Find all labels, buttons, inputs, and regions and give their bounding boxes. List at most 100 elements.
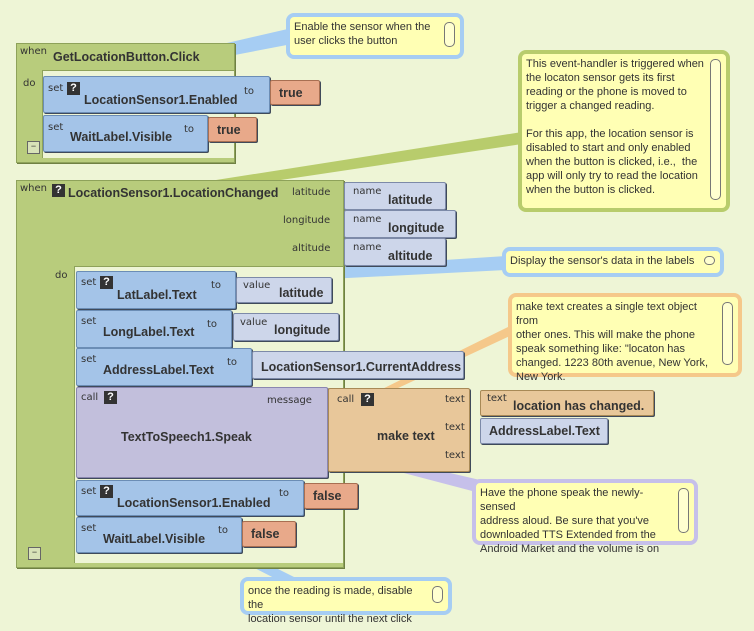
address-label-text-getter[interactable]: AddressLabel.Text — [480, 418, 608, 444]
setter-name: LocationSensor1.Enabled — [84, 93, 238, 107]
comment-text: Enable the sensor when the user clicks t… — [294, 21, 431, 47]
set-keyword: set — [48, 83, 64, 94]
question-icon[interactable]: ? — [52, 184, 65, 197]
set-long-label-text[interactable]: set LongLabel.Text to — [76, 310, 232, 348]
setter-name: AddressLabel.Text — [103, 363, 214, 377]
question-icon[interactable]: ? — [104, 391, 117, 404]
getter-name: AddressLabel.Text — [489, 424, 600, 438]
param-name: altitude — [388, 249, 433, 263]
setter-name: LocationSensor1.Enabled — [117, 496, 271, 510]
comment-scrollbar[interactable] — [704, 256, 715, 265]
set-lat-label-text[interactable]: set ? LatLabel.Text to — [76, 271, 236, 309]
question-icon[interactable]: ? — [67, 82, 80, 95]
collapse-button[interactable]: − — [27, 141, 40, 154]
param-latitude[interactable]: name latitude — [344, 182, 446, 210]
set-location-sensor-enabled[interactable]: set ? LocationSensor1.Enabled to — [43, 76, 270, 113]
collapse-button[interactable]: − — [28, 547, 41, 560]
false-block[interactable]: false — [304, 483, 358, 509]
value-latitude[interactable]: value latitude — [236, 277, 332, 303]
text-keyword: text — [487, 393, 507, 404]
do-label: do — [23, 78, 36, 89]
set-keyword: set — [81, 523, 97, 534]
boolean-value: true — [217, 123, 241, 137]
comment-text: Have the phone speak the newly-sensed ad… — [480, 487, 660, 555]
when-label: when — [20, 46, 48, 57]
to-label: to — [244, 86, 255, 97]
param-label-longitude: longitude — [283, 215, 331, 226]
boolean-value: true — [279, 86, 303, 100]
question-icon[interactable]: ? — [100, 276, 113, 289]
make-text-block[interactable]: call ? make text text text text — [328, 388, 470, 472]
true-block[interactable]: true — [270, 80, 320, 105]
comment-display-data[interactable]: Display the sensor's data in the labels — [502, 247, 724, 277]
when-label: when — [20, 183, 48, 194]
text-slot-label: text — [445, 450, 465, 461]
comment-text: make text creates a single text object f… — [516, 301, 709, 383]
set-wait-label-visible-false[interactable]: set WaitLabel.Visible to — [76, 517, 242, 553]
false-block[interactable]: false — [242, 521, 296, 547]
set-keyword: set — [81, 277, 97, 288]
text-slot-label: text — [445, 394, 465, 405]
to-label: to — [218, 525, 229, 536]
to-label: to — [227, 357, 238, 368]
value-keyword: value — [240, 317, 268, 328]
value-name: latitude — [279, 286, 324, 300]
to-label: to — [211, 280, 222, 291]
boolean-value: false — [251, 527, 280, 541]
setter-name: WaitLabel.Visible — [103, 532, 206, 546]
param-label-altitude: altitude — [292, 243, 331, 254]
name-keyword: name — [353, 214, 382, 225]
call-text-to-speech-speak[interactable]: call ? TextToSpeech1.Speak message — [76, 387, 328, 478]
true-block[interactable]: true — [208, 117, 257, 142]
name-keyword: name — [353, 186, 382, 197]
to-label: to — [207, 319, 218, 330]
comment-text: Display the sensor's data in the labels — [510, 255, 695, 267]
set-wait-label-visible[interactable]: set WaitLabel.Visible to — [43, 115, 208, 152]
param-label-latitude: latitude — [292, 187, 331, 198]
message-label: message — [267, 395, 312, 406]
value-keyword: value — [243, 280, 271, 291]
value-name: longitude — [274, 323, 331, 337]
set-keyword: set — [81, 486, 97, 497]
comment-text: once the reading is made, disable the lo… — [248, 585, 413, 625]
comment-scrollbar[interactable] — [444, 22, 455, 47]
event-title: LocationSensor1.LocationChanged — [68, 186, 279, 200]
comment-disable-sensor[interactable]: once the reading is made, disable the lo… — [240, 577, 452, 625]
to-label: to — [279, 488, 290, 499]
text-literal-block[interactable]: text location has changed. — [480, 390, 654, 416]
method-name: TextToSpeech1.Speak — [121, 430, 252, 444]
set-address-label-text[interactable]: set AddressLabel.Text to — [76, 348, 252, 386]
comment-make-text[interactable]: make text creates a single text object f… — [508, 293, 742, 383]
set-location-sensor-enabled-false[interactable]: set ? LocationSensor1.Enabled to — [76, 480, 304, 516]
question-icon[interactable]: ? — [361, 393, 374, 406]
comment-text: This event-handler is triggered when the… — [526, 58, 704, 196]
comment-enable-sensor[interactable]: Enable the sensor when the user clicks t… — [286, 13, 464, 59]
param-name: longitude — [388, 221, 445, 235]
comment-scrollbar[interactable] — [710, 59, 721, 200]
param-name: latitude — [388, 193, 433, 207]
text-literal-value: location has changed. — [513, 399, 645, 413]
comment-speak[interactable]: Have the phone speak the newly-sensed ad… — [472, 479, 698, 555]
do-label: do — [55, 270, 68, 281]
value-longitude[interactable]: value longitude — [233, 313, 339, 341]
make-text-label: make text — [377, 429, 435, 443]
comment-scrollbar[interactable] — [432, 586, 443, 603]
comment-event-handler[interactable]: This event-handler is triggered when the… — [518, 50, 730, 212]
name-keyword: name — [353, 242, 382, 253]
text-slot-label: text — [445, 422, 465, 433]
boolean-value: false — [313, 489, 342, 503]
comment-scrollbar[interactable] — [678, 488, 689, 533]
param-longitude[interactable]: name longitude — [344, 210, 456, 238]
question-icon[interactable]: ? — [100, 485, 113, 498]
call-keyword: call — [81, 392, 99, 403]
comment-scrollbar[interactable] — [722, 302, 733, 365]
current-address-getter[interactable]: LocationSensor1.CurrentAddress — [252, 351, 464, 379]
set-keyword: set — [81, 316, 97, 327]
set-keyword: set — [81, 354, 97, 365]
param-altitude[interactable]: name altitude — [344, 238, 446, 266]
to-label: to — [184, 124, 195, 135]
event-title: GetLocationButton.Click — [53, 50, 200, 64]
call-keyword: call — [337, 394, 355, 405]
set-keyword: set — [48, 122, 64, 133]
getter-name: LocationSensor1.CurrentAddress — [261, 360, 462, 374]
